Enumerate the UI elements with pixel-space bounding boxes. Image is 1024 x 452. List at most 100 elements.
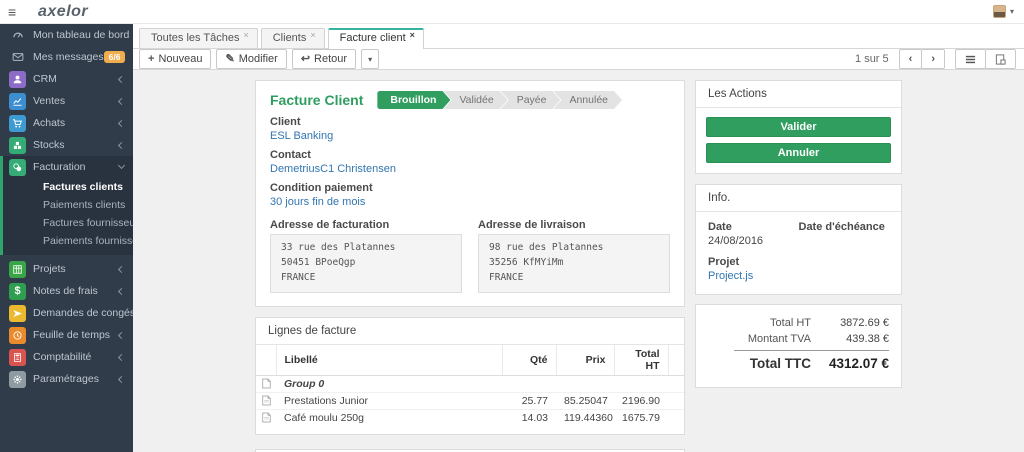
sidebar-item-notes-de-frais[interactable]: $ Notes de frais: [0, 280, 133, 302]
sidebar-item-crm[interactable]: CRM: [0, 68, 133, 90]
hamburger-menu-icon[interactable]: ≡: [8, 4, 28, 20]
edit-button[interactable]: ✎ Modifier: [216, 49, 286, 69]
sidebar-item-paiements-clients[interactable]: Paiements clients: [3, 196, 133, 214]
client-label: Client: [270, 116, 670, 128]
sidebar-item-demandes-de-conges[interactable]: Demandes de congés: [0, 302, 133, 324]
sidebar-group-facturation: Facturation Factures clients Paiements c…: [0, 156, 133, 255]
cancel-button[interactable]: Annuler: [706, 143, 891, 163]
date-label: Date: [708, 221, 799, 233]
validate-button[interactable]: Valider: [706, 117, 891, 137]
contact-link[interactable]: DemetriusC1 Christensen: [270, 163, 670, 175]
totals-card: Total HT 3872.69 € Montant TVA 439.38 € …: [695, 304, 902, 388]
chevron-left-icon: [118, 265, 125, 272]
total-ttc-label: Total TTC: [708, 356, 811, 371]
chevron-left-icon: [118, 353, 125, 360]
table-row[interactable]: Group 0: [256, 375, 684, 392]
close-icon[interactable]: ×: [243, 31, 248, 40]
table-row[interactable]: Café moulu 250g 14.03 119.44360 1675.79: [256, 409, 684, 434]
info-card: Info. Date Date d'échéance 24/08/2016 Pr…: [695, 184, 902, 295]
chart-line-icon: [9, 93, 26, 110]
sidebar-item-projets[interactable]: Projets: [0, 258, 133, 280]
sidebar-item-messages[interactable]: Mes messages 6/6: [0, 46, 133, 68]
content-area: Facture Client Brouillon Validée Payée A…: [133, 70, 1024, 452]
sidebar-item-paiements-fournisseurs[interactable]: Paiements fournisseurs: [3, 232, 133, 250]
sidebar-item-achats[interactable]: Achats: [0, 112, 133, 134]
total-ht-value: 3872.69 €: [811, 317, 889, 329]
list-icon: [965, 54, 976, 65]
sidebar-item-feuille-de-temps[interactable]: Feuille de temps: [0, 324, 133, 346]
table-row[interactable]: Prestations Junior 25.77 85.25047 2196.9…: [256, 392, 684, 409]
prev-record-button[interactable]: ‹: [899, 49, 923, 69]
user-avatar[interactable]: [993, 5, 1006, 18]
back-button[interactable]: ↩ Retour: [292, 49, 356, 69]
cart-icon: [9, 115, 26, 132]
new-button[interactable]: + Nouveau: [139, 49, 211, 69]
info-title: Info.: [696, 185, 901, 212]
sidebar-item-stocks[interactable]: Stocks: [0, 134, 133, 156]
clock-icon: [9, 327, 26, 344]
boxes-icon: [9, 137, 26, 154]
sidebar: Mon tableau de bord Mes messages 6/6 CRM…: [0, 24, 133, 452]
delivery-address-value: 98 rue des Platannes 35256 KfMYiMm FRANC…: [478, 234, 670, 293]
topbar: ≡ axelor ▾: [0, 0, 1024, 24]
back-arrow-icon: ↩: [301, 54, 310, 65]
tax-lines-card: Lignes de taxe TVA Base HT Montant TVA: [255, 449, 685, 452]
totals-divider: [734, 350, 889, 351]
chevron-left-icon: [118, 119, 125, 126]
dollar-icon: $: [9, 283, 26, 300]
billing-address-label: Adresse de facturation: [270, 219, 462, 231]
sidebar-item-facturation[interactable]: Facturation: [3, 156, 133, 178]
chevron-left-icon: [118, 97, 125, 104]
messages-count-badge: 6/6: [104, 51, 126, 63]
sidebar-item-parametrages[interactable]: Paramétrages: [0, 368, 133, 390]
sidebar-item-ventes[interactable]: Ventes: [0, 90, 133, 112]
chevron-down-icon[interactable]: ▾: [1010, 7, 1014, 16]
due-date-value: [799, 233, 890, 247]
total-ht-label: Total HT: [708, 317, 811, 329]
status-badge-brouillon: Brouillon: [377, 91, 450, 109]
invoice-lines-title: Lignes de facture: [256, 318, 684, 345]
sidebar-item-dashboard[interactable]: Mon tableau de bord: [0, 24, 133, 46]
document-icon: [262, 395, 271, 406]
coins-icon: [9, 159, 26, 176]
delivery-address-label: Adresse de livraison: [478, 219, 670, 231]
close-icon[interactable]: ×: [410, 31, 415, 40]
form-page-icon: [995, 54, 1006, 65]
status-badge-annulee: Annulée: [553, 91, 622, 109]
sidebar-item-comptabilite[interactable]: Comptabilité: [0, 346, 133, 368]
sidebar-item-factures-clients[interactable]: Factures clients: [3, 178, 133, 196]
dashboard-icon: [9, 27, 26, 44]
form-view-button[interactable]: [985, 49, 1016, 69]
plane-icon: [9, 305, 26, 322]
chevron-left-icon: [118, 75, 125, 82]
tab-clients[interactable]: Clients ×: [261, 28, 325, 48]
sidebar-item-factures-fournisseurs[interactable]: Factures fournisseurs: [3, 214, 133, 232]
status-badge-validee: Validée: [443, 91, 507, 109]
invoice-form-card: Facture Client Brouillon Validée Payée A…: [255, 80, 685, 307]
pagination-text: 1 sur 5: [855, 53, 889, 65]
pencil-icon: ✎: [225, 54, 234, 65]
tab-toutes-les-taches[interactable]: Toutes les Tâches ×: [139, 28, 258, 48]
close-icon[interactable]: ×: [310, 31, 315, 40]
gear-icon: [9, 371, 26, 388]
project-label: Projet: [708, 256, 889, 268]
grid-view-button[interactable]: [955, 49, 986, 69]
chevron-down-icon: [118, 162, 125, 169]
date-value: 24/08/2016: [708, 235, 799, 247]
next-record-button[interactable]: ›: [921, 49, 945, 69]
payment-condition-label: Condition paiement: [270, 182, 670, 194]
more-actions-button[interactable]: ▾: [361, 49, 379, 69]
chevron-left-icon: [118, 331, 125, 338]
tva-value: 439.38 €: [811, 333, 889, 345]
tab-facture-client[interactable]: Facture client ×: [328, 28, 424, 49]
grid-icon: [9, 261, 26, 278]
document-icon: [262, 378, 271, 389]
document-icon: [262, 412, 271, 423]
client-link[interactable]: ESL Banking: [270, 130, 670, 142]
chevron-left-icon: [118, 141, 125, 148]
invoice-lines-card: Lignes de facture Libellé Qté Prix Total…: [255, 317, 685, 435]
toolbar: + Nouveau ✎ Modifier ↩ Retour ▾ 1 sur 5 …: [133, 49, 1024, 70]
project-link[interactable]: Project.js: [708, 270, 889, 282]
page-title: Facture Client: [270, 92, 363, 108]
payment-condition-link[interactable]: 30 jours fin de mois: [270, 196, 670, 208]
